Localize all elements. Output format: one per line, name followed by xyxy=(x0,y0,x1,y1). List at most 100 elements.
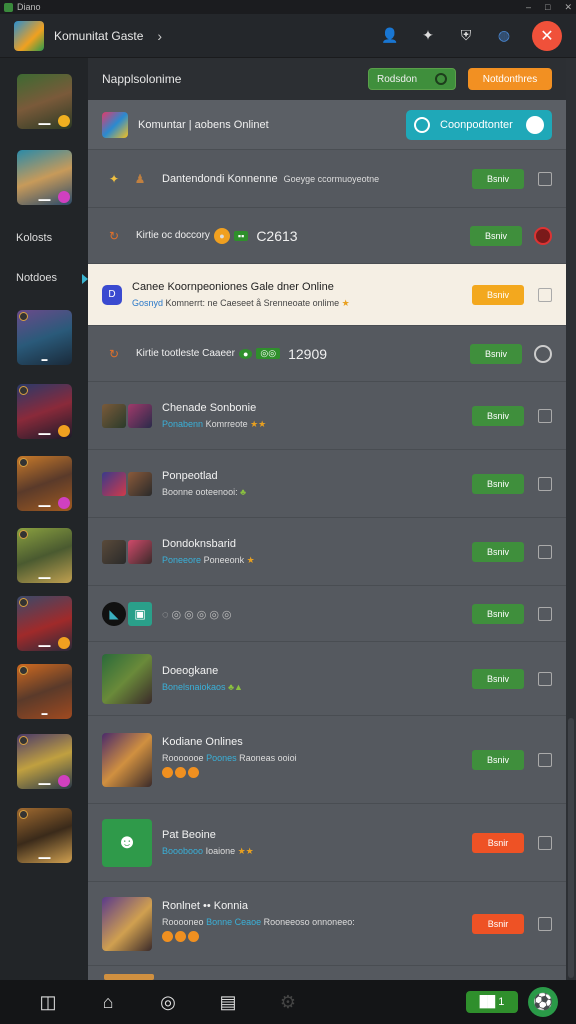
list-item[interactable]: ✦ ♟ Dantendondi Konnenne Goeyge ccormuoyeo… xyxy=(88,150,566,208)
avatar-tag: ▬▬ xyxy=(38,855,51,861)
row-action-button[interactable]: Bsniv xyxy=(472,668,524,689)
dashboard-icon[interactable]: ◫ xyxy=(18,992,78,1013)
status-circle-icon[interactable] xyxy=(534,344,552,363)
edit-icon[interactable] xyxy=(538,171,552,186)
row-action-button[interactable]: Bsniv xyxy=(472,405,524,426)
window-controls: – □ ✕ xyxy=(526,2,572,13)
game-icon xyxy=(102,732,152,787)
status-circle-icon[interactable] xyxy=(534,226,552,245)
corner-badge-icon xyxy=(19,666,28,675)
green-toggle-button[interactable]: Rodsdon xyxy=(368,68,456,90)
avatar-tag: ▬▬ xyxy=(38,575,51,581)
list-item[interactable]: ↻ Kirtie tootleste Caaeer ● ◎◎ 12909 Bsn… xyxy=(88,326,566,382)
sidebar-item-kolosts[interactable]: Kolosts xyxy=(16,232,52,244)
window-close-icon[interactable]: ✕ xyxy=(564,2,572,13)
row-subtitle: Raoneas ooioi xyxy=(239,753,297,763)
row-title: Chenade Sonbonie xyxy=(162,401,257,414)
avatar[interactable]: ▬▬ xyxy=(17,596,72,651)
puzzle-icon[interactable]: ✦ xyxy=(418,26,438,46)
user-icon[interactable]: 👤 xyxy=(380,26,400,46)
minimize-icon[interactable]: – xyxy=(526,2,531,13)
game-icon: ▣ xyxy=(128,601,152,626)
list-icon[interactable]: ▤ xyxy=(198,992,258,1013)
row-subtitle: Poneeonk xyxy=(203,554,245,565)
scrollbar[interactable] xyxy=(566,58,576,980)
compass-icon[interactable]: ◎ xyxy=(138,992,198,1013)
row-title: Kirtie oc doccory xyxy=(136,230,210,241)
edit-icon[interactable] xyxy=(538,671,552,686)
row-action-button[interactable]: Bsniv xyxy=(472,284,524,305)
list-item[interactable]: Kodiane Onlines Rooooooe Poones Raoneas … xyxy=(88,716,566,804)
row-accent: Poones xyxy=(206,753,237,763)
leaf-icon: ♣▲ xyxy=(228,682,243,692)
badge-icon xyxy=(58,191,70,203)
list-item[interactable]: Chenade Sonbonie Ponabenn Komrreote ★★ B… xyxy=(88,382,566,450)
button-label: Rodsdon xyxy=(377,73,418,85)
avatar[interactable]: ▬▬ xyxy=(17,734,72,789)
status-pill[interactable]: ██ 1 xyxy=(466,991,518,1013)
chevron-right-icon[interactable]: › xyxy=(157,28,162,44)
orange-button[interactable]: Notdonthres xyxy=(468,68,552,90)
row-action-button[interactable]: Bsniv xyxy=(472,541,524,562)
row-action-button[interactable]: Bsnir xyxy=(472,913,524,934)
row-action-button[interactable]: Bsniv xyxy=(470,225,522,246)
corner-badge-icon xyxy=(19,386,28,395)
row-accent: Poneeore xyxy=(162,554,202,565)
edit-icon[interactable] xyxy=(538,287,552,302)
edit-icon[interactable] xyxy=(538,752,552,767)
close-icon[interactable]: ✕ xyxy=(532,20,562,51)
row-action-button[interactable]: Bsniv xyxy=(472,603,524,624)
list-item[interactable]: Doeogkane Bonelsnaiokaos ♣▲ Bsniv xyxy=(88,642,566,716)
list-item[interactable]: ↻ Kirtie oc doccory ● ▪▪ C2613 Bsniv xyxy=(88,208,566,264)
row-title: Pat Beoine xyxy=(162,828,216,841)
avatar[interactable]: ▬▬ xyxy=(17,384,72,439)
game-icon xyxy=(102,539,126,564)
sidebar-item-label: Notdoes xyxy=(16,272,57,284)
sidebar-item-notdoes[interactable]: Notdoes xyxy=(16,272,88,284)
avatar[interactable]: ▬ xyxy=(17,310,72,365)
row-accent: Ponabenn xyxy=(162,418,204,429)
avatar[interactable]: ▬ xyxy=(17,664,72,719)
avatar[interactable]: ▬▬ xyxy=(17,808,72,863)
avatar[interactable]: ▬▬ xyxy=(17,528,72,583)
list-item[interactable]: Ponpeotlad Boonne ooteenooi: ♣ Bsniv xyxy=(88,450,566,518)
toggle-switch[interactable]: Coonpodtonter xyxy=(406,109,552,140)
scrollbar-thumb[interactable] xyxy=(568,718,574,978)
shield-icon[interactable]: ⛨ xyxy=(456,26,476,46)
row-action-button[interactable]: Bsniv xyxy=(470,343,522,364)
toggle-dot-icon xyxy=(435,73,447,85)
row-subtitle: Komnerrt: ne Caeseet å Srenneoate onlime xyxy=(165,297,340,308)
row-subtitle: Rooneeoso onnoneeo: xyxy=(263,917,355,927)
row-accent: Gosnyd xyxy=(132,297,164,308)
row-title: Dantendondi Konnenne xyxy=(162,172,278,185)
home-icon[interactable]: ⌂ xyxy=(78,992,138,1013)
edit-icon[interactable] xyxy=(538,544,552,559)
row-action-button[interactable]: Bsniv xyxy=(472,749,524,770)
edit-icon[interactable] xyxy=(538,476,552,491)
window-titlebar: Diano – □ ✕ xyxy=(0,0,576,14)
edit-icon[interactable] xyxy=(538,835,552,850)
avatar[interactable]: ▬▬ xyxy=(17,74,72,129)
edit-icon[interactable] xyxy=(538,408,552,423)
globe-icon[interactable]: ◍ xyxy=(494,26,514,46)
edit-icon[interactable] xyxy=(538,606,552,621)
row-action-button[interactable]: Bsniv xyxy=(472,168,524,189)
soccer-ball-icon[interactable]: ⚽ xyxy=(528,987,558,1017)
list-item[interactable]: Dondoknsbarid Poneeore Poneeonk ★ Bsniv xyxy=(88,518,566,586)
avatar[interactable]: ▬▬ xyxy=(17,456,72,511)
list-item[interactable]: ☻ Pat Beoine Booobooo Ioaione ★★ Bsnir xyxy=(88,804,566,882)
list-item-highlighted[interactable]: D Canee Koornpeoniones Gale dner Online … xyxy=(88,264,566,326)
list-item[interactable]: ◣ ▣ ◌◎◎◎◎◎ Bsniv xyxy=(88,586,566,642)
row-action-button[interactable]: Bsnir xyxy=(472,832,524,853)
bottom-bar: ◫ ⌂ ◎ ▤ ⚙ ██ 1 ⚽ xyxy=(0,980,576,1024)
row-action-button[interactable]: Bsniv xyxy=(472,473,524,494)
edit-icon[interactable] xyxy=(538,916,552,931)
avatar[interactable]: ▬▬ xyxy=(17,150,72,205)
top-header: Komunitat Gaste › 👤 ✦ ⛨ ◍ ✕ xyxy=(0,14,576,58)
list-item[interactable]: Ronlnet •• Konnia Rooooneo Bonne Ceaoe R… xyxy=(88,882,566,966)
row-number: 12909 xyxy=(288,345,328,362)
header-title: Komunitat Gaste xyxy=(54,28,144,43)
maximize-icon[interactable]: □ xyxy=(545,2,550,13)
settings-icon[interactable]: ⚙ xyxy=(258,992,318,1013)
row-subtitle-lead: Rooooooe xyxy=(162,753,204,763)
